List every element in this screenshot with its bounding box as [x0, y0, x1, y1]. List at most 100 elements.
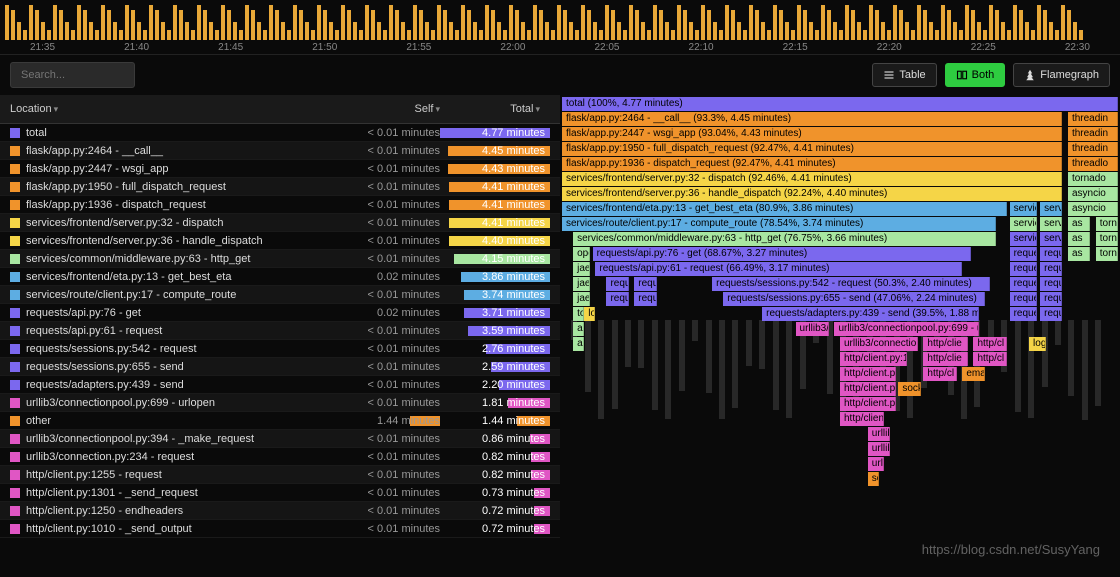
flamegraph-panel[interactable]: total (100%, 4.77 minutes)flask/app.py:2…: [560, 95, 1120, 577]
flame-box[interactable]: servic: [1010, 232, 1038, 246]
table-view-button[interactable]: Table: [872, 63, 936, 87]
flame-box[interactable]: opentraci: [573, 247, 590, 261]
flame-box[interactable]: flask/app.py:2464 - __call__ (93.3%, 4.4…: [562, 112, 1062, 126]
flame-box[interactable]: http/cl: [973, 337, 1006, 351]
flame-box[interactable]: reque: [634, 292, 656, 306]
table-row[interactable]: http/client.py:1010 - _send_output < 0.0…: [0, 520, 560, 538]
table-row[interactable]: flask/app.py:2447 - wsgi_app < 0.01 minu…: [0, 160, 560, 178]
flame-box[interactable]: http/client.py:125: [840, 352, 907, 366]
flame-box[interactable]: flask/app.py:1950 - full_dispatch_reques…: [562, 142, 1062, 156]
flame-box[interactable]: servic: [1010, 217, 1038, 231]
table-row[interactable]: requests/api.py:76 - get 0.02 minutes 3.…: [0, 304, 560, 322]
flame-box[interactable]: logg: [1029, 337, 1046, 351]
self-header[interactable]: Self▾: [340, 103, 440, 115]
flame-box[interactable]: asy: [573, 337, 584, 351]
table-row[interactable]: urllib3/connectionpool.py:394 - _make_re…: [0, 430, 560, 448]
table-row[interactable]: services/frontend/server.py:36 - handle_…: [0, 232, 560, 250]
flame-box[interactable]: services/frontend/server.py:32 - dispatc…: [562, 172, 1062, 186]
flame-box[interactable]: as: [1068, 247, 1090, 261]
flame-box[interactable]: http/clie: [923, 337, 967, 351]
table-row[interactable]: urllib3/connectionpool.py:699 - urlopen …: [0, 394, 560, 412]
flame-box[interactable]: reque: [1010, 277, 1038, 291]
flame-box[interactable]: http/client.py:1: [840, 382, 896, 396]
flame-box[interactable]: reque: [1040, 292, 1062, 306]
table-body[interactable]: total < 0.01 minutes 4.77 minutes flask/…: [0, 124, 560, 574]
flame-box[interactable]: service: [1040, 232, 1062, 246]
table-row[interactable]: flask/app.py:1936 - dispatch_request < 0…: [0, 196, 560, 214]
flame-box[interactable]: services: [1040, 202, 1062, 216]
flame-box[interactable]: threadin: [1068, 142, 1118, 156]
flame-box[interactable]: total (100%, 4.77 minutes): [562, 97, 1118, 111]
flame-box[interactable]: service: [1040, 217, 1062, 231]
table-row[interactable]: urllib3/connection.py:234 - request < 0.…: [0, 448, 560, 466]
flame-box[interactable]: reque: [606, 292, 628, 306]
flame-box[interactable]: logg: [584, 307, 595, 321]
table-row[interactable]: requests/api.py:61 - request < 0.01 minu…: [0, 322, 560, 340]
flame-box[interactable]: services/common/middleware.py:63 - http_…: [573, 232, 996, 246]
flame-box[interactable]: reque: [1010, 247, 1038, 261]
flame-box[interactable]: http/client.py:1: [840, 367, 896, 381]
timeline[interactable]: 21:3521:4021:4521:5021:5522:0022:0522:10…: [0, 0, 1120, 55]
flame-box[interactable]: reque: [1040, 262, 1062, 276]
flame-box[interactable]: asyncio: [1068, 187, 1118, 201]
flame-box[interactable]: jaeg jaeg: [573, 292, 590, 306]
flame-box[interactable]: reque: [1040, 307, 1062, 321]
flame-box[interactable]: reque: [1010, 262, 1038, 276]
flame-box[interactable]: urllib: [868, 457, 885, 471]
flame-box[interactable]: reque: [1010, 307, 1038, 321]
flame-box[interactable]: http/client: [840, 412, 884, 426]
flame-box[interactable]: threadin: [1068, 112, 1118, 126]
flame-box[interactable]: urllib3/co: [796, 322, 829, 336]
flame-box[interactable]: asy: [573, 322, 584, 336]
flame-box[interactable]: asyncio: [1068, 202, 1118, 216]
flame-view-button[interactable]: Flamegraph: [1013, 63, 1110, 87]
flame-box[interactable]: torna: [1096, 232, 1118, 246]
flame-box[interactable]: urllib3/c: [868, 442, 890, 456]
table-row[interactable]: http/client.py:1250 - endheaders < 0.01 …: [0, 502, 560, 520]
table-row[interactable]: requests/sessions.py:542 - request < 0.0…: [0, 340, 560, 358]
flame-box[interactable]: soc: [868, 472, 879, 486]
total-header[interactable]: Total▾: [440, 103, 550, 115]
flame-box[interactable]: flask/app.py:2447 - wsgi_app (93.04%, 4.…: [562, 127, 1062, 141]
flame-box[interactable]: requests/api.py:76 - get (68.67%, 3.27 m…: [593, 247, 971, 261]
flame-box[interactable]: reque: [1010, 292, 1038, 306]
location-header[interactable]: Location▾: [10, 103, 340, 115]
flame-box[interactable]: torn: [573, 307, 584, 321]
flame-box[interactable]: reque: [1040, 277, 1062, 291]
table-row[interactable]: services/frontend/eta.py:13 - get_best_e…: [0, 268, 560, 286]
flame-box[interactable]: socket: [898, 382, 920, 396]
table-row[interactable]: requests/adapters.py:439 - send < 0.01 m…: [0, 376, 560, 394]
table-row[interactable]: services/frontend/server.py:32 - dispatc…: [0, 214, 560, 232]
flame-box[interactable]: reque: [606, 277, 628, 291]
flame-box[interactable]: services/route/client.py:17 - compute_ro…: [562, 217, 996, 231]
flame-box[interactable]: http/cl: [923, 367, 956, 381]
flame-box[interactable]: as: [1068, 232, 1090, 246]
flame-box[interactable]: requests/adapters.py:439 - send (39.5%, …: [762, 307, 979, 321]
flame-box[interactable]: threadlo: [1068, 157, 1118, 171]
flame-box[interactable]: torna: [1096, 247, 1118, 261]
table-row[interactable]: total < 0.01 minutes 4.77 minutes: [0, 124, 560, 142]
flame-box[interactable]: http/client.py:1: [840, 397, 896, 411]
flame-box[interactable]: jaeger_cl: [573, 262, 590, 276]
flame-box[interactable]: requests/api.py:61 - request (66.49%, 3.…: [595, 262, 962, 276]
table-row[interactable]: services/common/middleware.py:63 - http_…: [0, 250, 560, 268]
table-row[interactable]: services/route/client.py:17 - compute_ro…: [0, 286, 560, 304]
table-row[interactable]: requests/sessions.py:655 - send < 0.01 m…: [0, 358, 560, 376]
flame-box[interactable]: urllib3/connectio: [840, 337, 918, 351]
table-row[interactable]: flask/app.py:2464 - __call__ < 0.01 minu…: [0, 142, 560, 160]
flame-box[interactable]: torna: [1096, 217, 1118, 231]
flame-box[interactable]: reque: [1040, 247, 1062, 261]
flame-box[interactable]: services/frontend/server.py:36 - handle_…: [562, 187, 1062, 201]
flame-box[interactable]: services/frontend/eta.py:13 - get_best_e…: [562, 202, 1007, 216]
flame-box[interactable]: emai: [962, 367, 984, 381]
flame-box[interactable]: requests/sessions.py:655 - send (47.06%,…: [723, 292, 984, 306]
search-input[interactable]: [10, 62, 135, 88]
table-row[interactable]: flask/app.py:1950 - full_dispatch_reques…: [0, 178, 560, 196]
flame-box[interactable]: requests/sessions.py:542 - request (50.3…: [712, 277, 990, 291]
table-row[interactable]: http/client.py:1255 - request < 0.01 min…: [0, 466, 560, 484]
flame-box[interactable]: http/cl: [973, 352, 1006, 366]
flame-box[interactable]: urllib3/: [868, 427, 890, 441]
flame-box[interactable]: jaeger_cl: [573, 277, 590, 291]
flame-box[interactable]: http/clie: [923, 352, 967, 366]
both-view-button[interactable]: Both: [945, 63, 1006, 87]
